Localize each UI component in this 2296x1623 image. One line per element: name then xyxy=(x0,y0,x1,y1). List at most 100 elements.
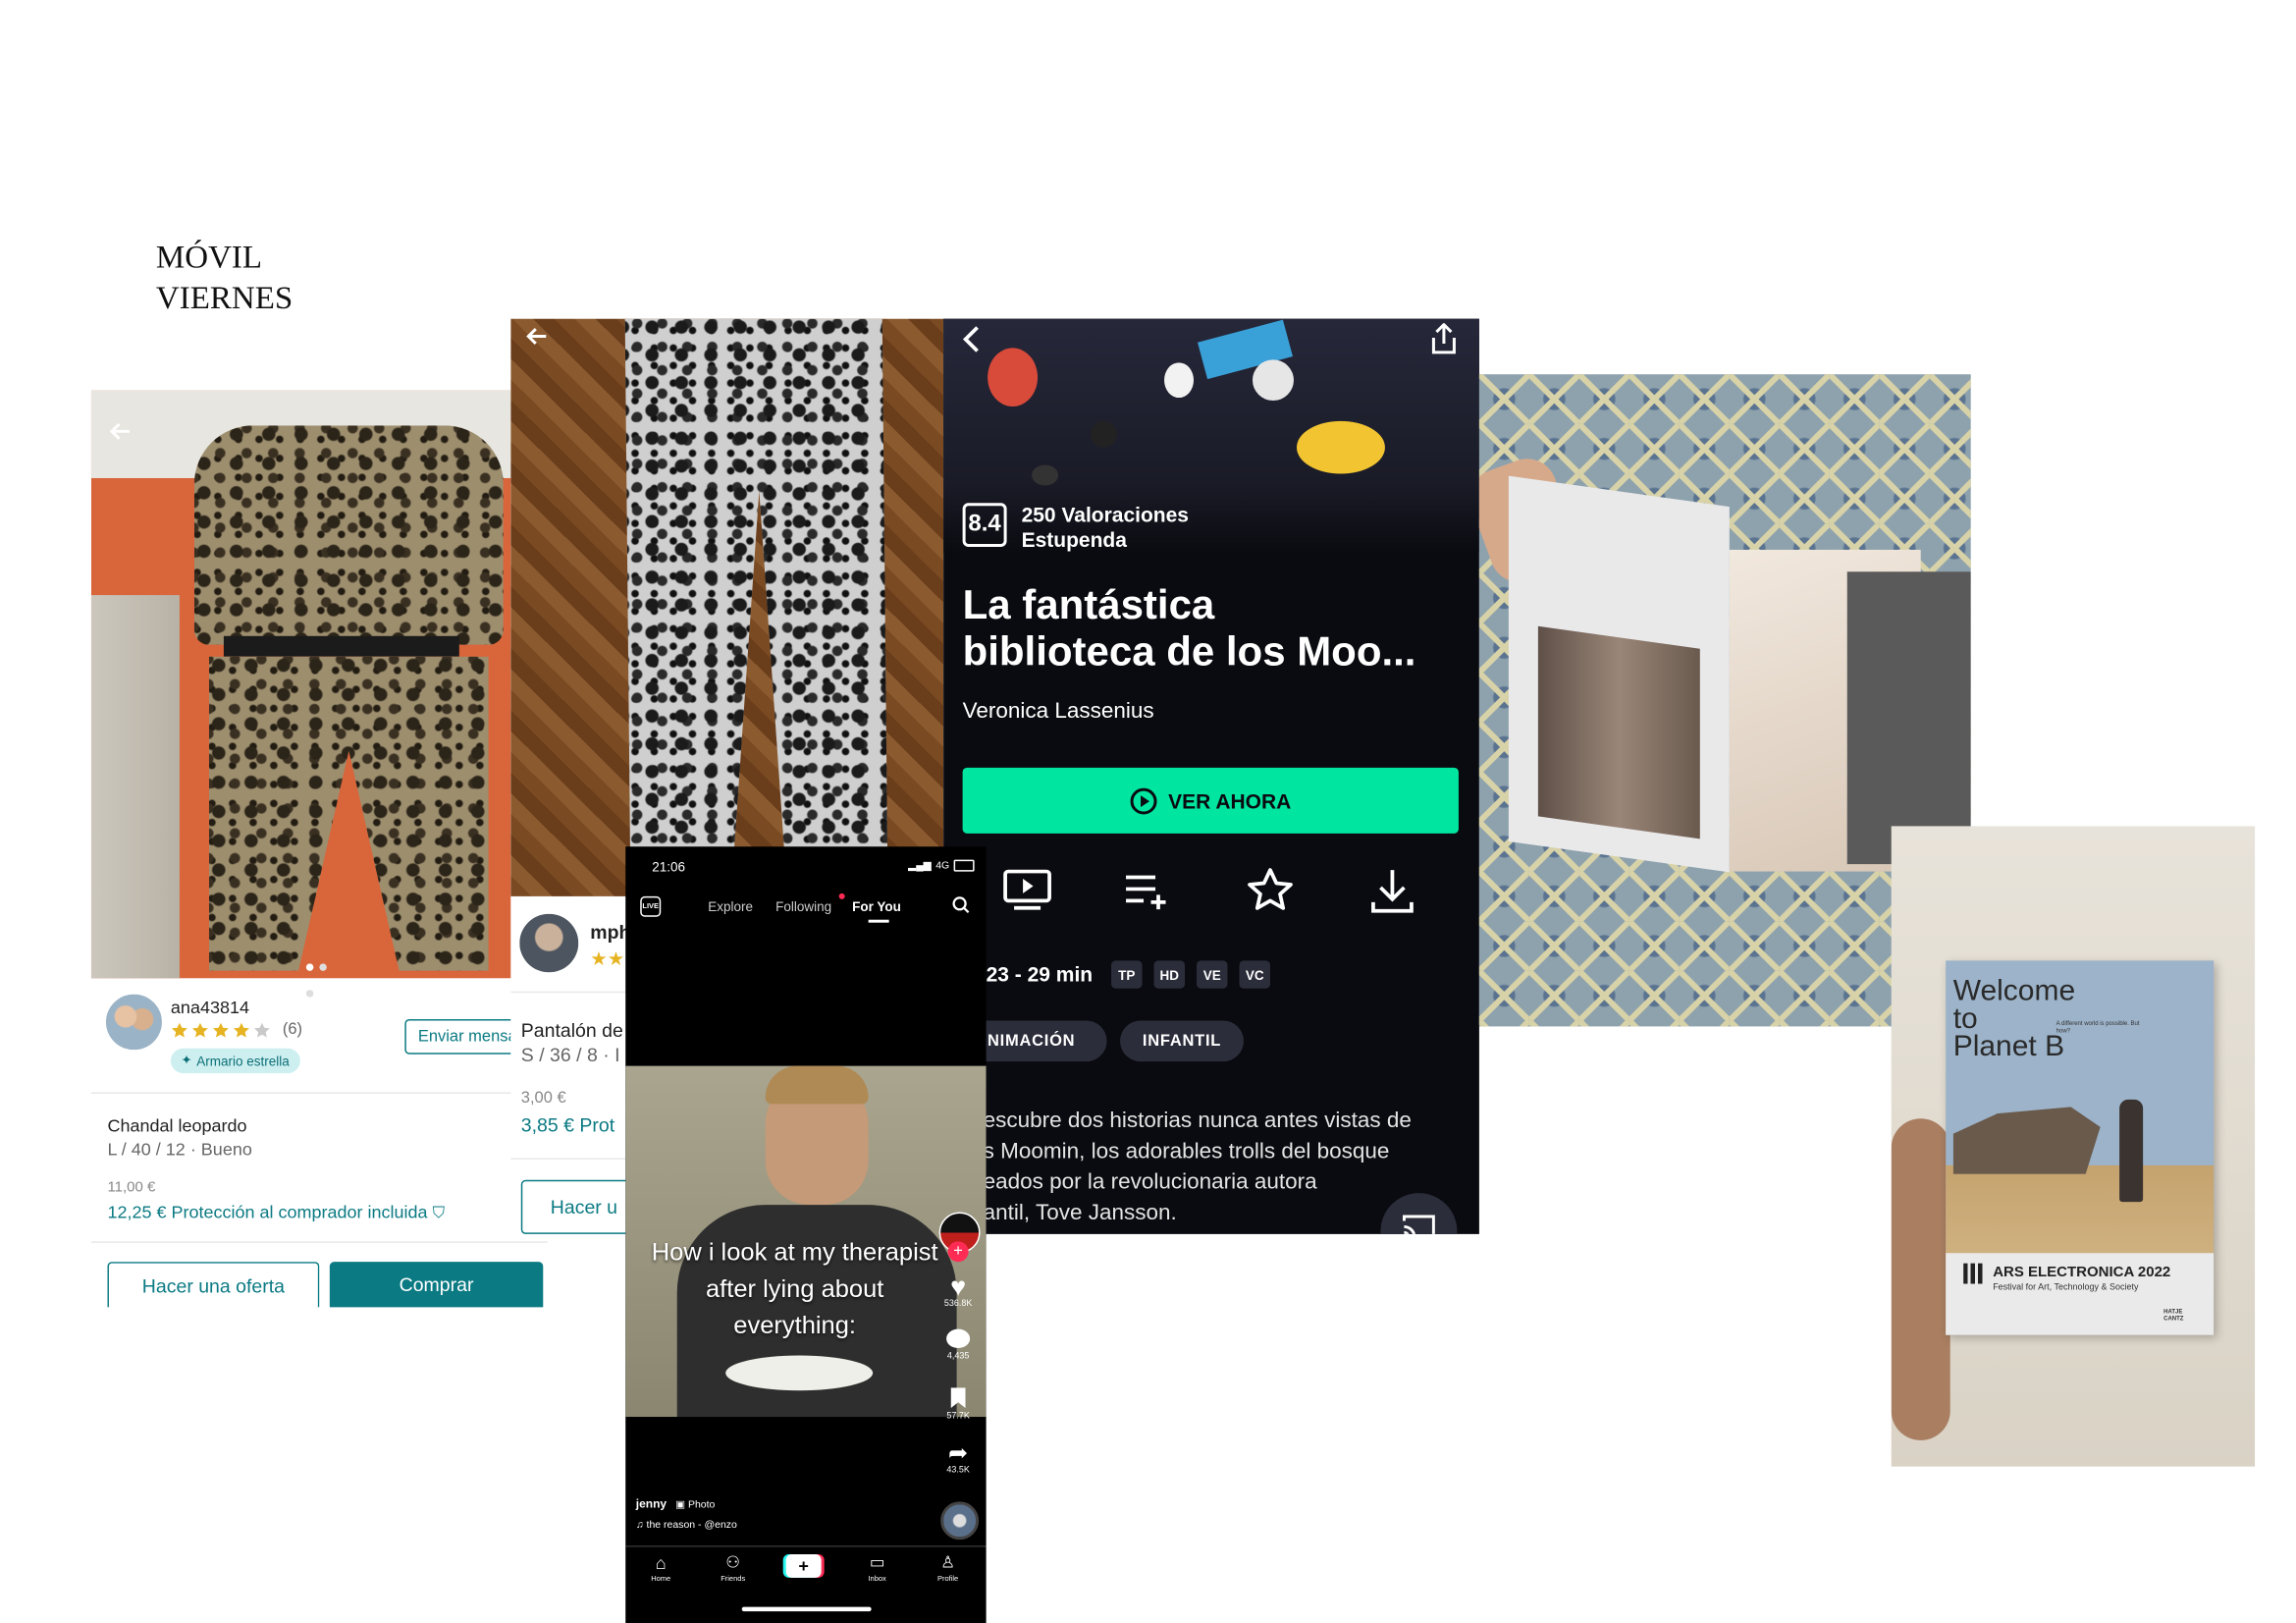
like-button[interactable]: ♥ 536.8K xyxy=(937,1273,979,1309)
search-icon[interactable] xyxy=(952,896,970,914)
profile-icon: ♙ xyxy=(940,1554,956,1572)
buy-button[interactable]: Comprar xyxy=(329,1262,544,1308)
tab-following[interactable]: Following xyxy=(775,899,831,914)
book-cover: Welcome to Planet B A different world is… xyxy=(1946,960,2215,1335)
watch-now-button[interactable]: VER AHORA xyxy=(962,767,1459,834)
back-chevron-icon[interactable] xyxy=(961,325,982,354)
shipwreck-shape xyxy=(1952,1107,2101,1174)
author-name: jenny xyxy=(635,1496,667,1511)
following-dot xyxy=(838,893,845,899)
rating-star-icon xyxy=(253,1022,270,1038)
book-event: ARS ELECTRONICA 2022 xyxy=(1993,1265,2171,1281)
book-subtitle: Festival for Art, Technology & Society xyxy=(1993,1283,2139,1293)
nav-inbox[interactable]: ▭ Inbox xyxy=(861,1554,893,1584)
hand-shape xyxy=(1891,1118,1950,1440)
format-badge: VC xyxy=(1239,960,1270,989)
total-price: 12,25 € Protección al comprador incluida… xyxy=(107,1202,445,1222)
follow-plus-icon[interactable]: + xyxy=(947,1241,969,1263)
comment-button[interactable]: 4,435 xyxy=(937,1328,979,1361)
heading-movil: MÓVIL xyxy=(155,238,263,275)
book-footer: ARS ELECTRONICA 2022 Festival for Art, T… xyxy=(1946,1253,2215,1335)
figure-shape xyxy=(2119,1099,2144,1203)
play-circle-icon xyxy=(1130,786,1157,814)
avatar[interactable] xyxy=(105,994,162,1051)
tracksuit-photo xyxy=(90,390,548,998)
synopsis: escubre dos historias nunca antes vistas… xyxy=(983,1108,1412,1225)
rating-star-icon xyxy=(191,1022,208,1038)
vinted-listing-tracksuit: ana43814 (6) ✦ Armario estrella Enviar me… xyxy=(90,390,548,1308)
plus-icon: + xyxy=(798,1555,809,1577)
home-icon: ⌂ xyxy=(655,1552,667,1574)
trailer-icon[interactable] xyxy=(1002,869,1052,913)
add-to-list-icon[interactable] xyxy=(1123,872,1173,910)
signal-icon: ▂▄▆ xyxy=(908,861,932,872)
hair-shape xyxy=(765,1065,869,1105)
music-disc[interactable] xyxy=(940,1501,980,1541)
avatar[interactable] xyxy=(519,913,579,973)
tab-explore[interactable]: Explore xyxy=(708,899,753,914)
format-badges: TP HD VE VC xyxy=(1111,960,1270,989)
share-button[interactable]: ➦ 43.5K xyxy=(937,1442,979,1476)
rating-star-icon xyxy=(212,1022,229,1038)
status-indicators: ▂▄▆ 4G xyxy=(908,859,975,872)
nav-home[interactable]: ⌂ Home xyxy=(646,1554,675,1584)
badge-icon: ✦ xyxy=(181,1053,192,1068)
bookmark-icon xyxy=(950,1387,966,1409)
back-arrow-icon[interactable] xyxy=(525,325,549,349)
create-post-button[interactable]: + xyxy=(785,1554,822,1578)
item-title: Pantalón de xyxy=(520,1018,623,1042)
movie-title: La fantástica biblioteca de los Moo... xyxy=(962,581,1416,675)
format-badge: HD xyxy=(1153,960,1186,989)
music-note-icon: ♫ xyxy=(635,1520,644,1532)
nav-friends[interactable]: ⚇ Friends xyxy=(717,1554,749,1584)
total-price: 3,85 € Prot xyxy=(520,1113,615,1137)
status-time: 21:06 xyxy=(652,859,686,875)
genre-tag-infantil[interactable]: INFANTIL xyxy=(1120,1020,1244,1062)
format-badge: VE xyxy=(1197,960,1228,989)
magazine-left-page xyxy=(1508,475,1730,873)
book-tagline: A different world is possible. But how? xyxy=(2056,1018,2140,1034)
video-caption: How i look at my therapist after lying a… xyxy=(651,1238,938,1340)
tiktok-screen: 21:06 ▂▄▆ 4G LIVE Explore Following For Y… xyxy=(625,846,987,1623)
movie-director: Veronica Lassenius xyxy=(962,698,1154,725)
star-wardrobe-badge: ✦ Armario estrella xyxy=(170,1048,300,1074)
movie-detail-screen: 8.4 250 Valoraciones Estupenda La fantás… xyxy=(943,318,1479,1234)
trousers-shape xyxy=(624,318,888,893)
nav-profile[interactable]: ♙ Profile xyxy=(932,1554,964,1584)
review-count: (6) xyxy=(282,1020,303,1039)
movie-meta: 23 - 29 min xyxy=(986,961,1094,986)
tab-underline xyxy=(868,919,889,923)
item-price: 3,00 € xyxy=(520,1089,566,1108)
make-offer-button[interactable]: Hacer una oferta xyxy=(107,1262,320,1308)
cast-icon xyxy=(1402,1215,1435,1234)
photo-badge: ▣ Photo xyxy=(675,1499,716,1510)
rating-verdict: Estupenda xyxy=(1021,527,1127,552)
download-icon[interactable] xyxy=(1367,866,1417,916)
heading-viernes: VIERNES xyxy=(155,279,294,316)
share-icon[interactable] xyxy=(1429,323,1459,355)
battery-icon xyxy=(953,859,975,872)
ars-logo-icon xyxy=(1963,1263,1985,1284)
tab-for-you[interactable]: For You xyxy=(852,899,901,914)
seller-name[interactable]: mph xyxy=(590,921,630,943)
sound-info[interactable]: ♫ the reason - @enzo xyxy=(636,1521,737,1531)
trousers-photo xyxy=(510,318,944,896)
photo-icon: ▣ xyxy=(675,1499,686,1510)
rating-stars: ★★ xyxy=(590,947,625,970)
home-indicator xyxy=(741,1606,872,1612)
star-rate-icon[interactable] xyxy=(1245,866,1295,916)
live-icon[interactable]: LIVE xyxy=(640,895,662,917)
item-price: 11,00 € xyxy=(107,1179,156,1197)
publisher-logo: HATJE CANTZ xyxy=(2163,1307,2184,1323)
rating-stars xyxy=(171,1020,274,1041)
friends-icon: ⚇ xyxy=(725,1554,741,1572)
item-details: S / 36 / 8 · I xyxy=(520,1044,620,1066)
magazine-dark-page xyxy=(1846,571,1971,865)
back-arrow-icon[interactable] xyxy=(109,419,133,443)
format-badge: TP xyxy=(1111,960,1143,989)
ratings-count: 250 Valoraciones xyxy=(1021,503,1189,527)
seller-name[interactable]: ana43814 xyxy=(171,998,249,1018)
score-badge: 8.4 xyxy=(962,503,1007,547)
trousers-shape xyxy=(208,656,489,971)
save-button[interactable]: 57.7K xyxy=(937,1387,979,1422)
